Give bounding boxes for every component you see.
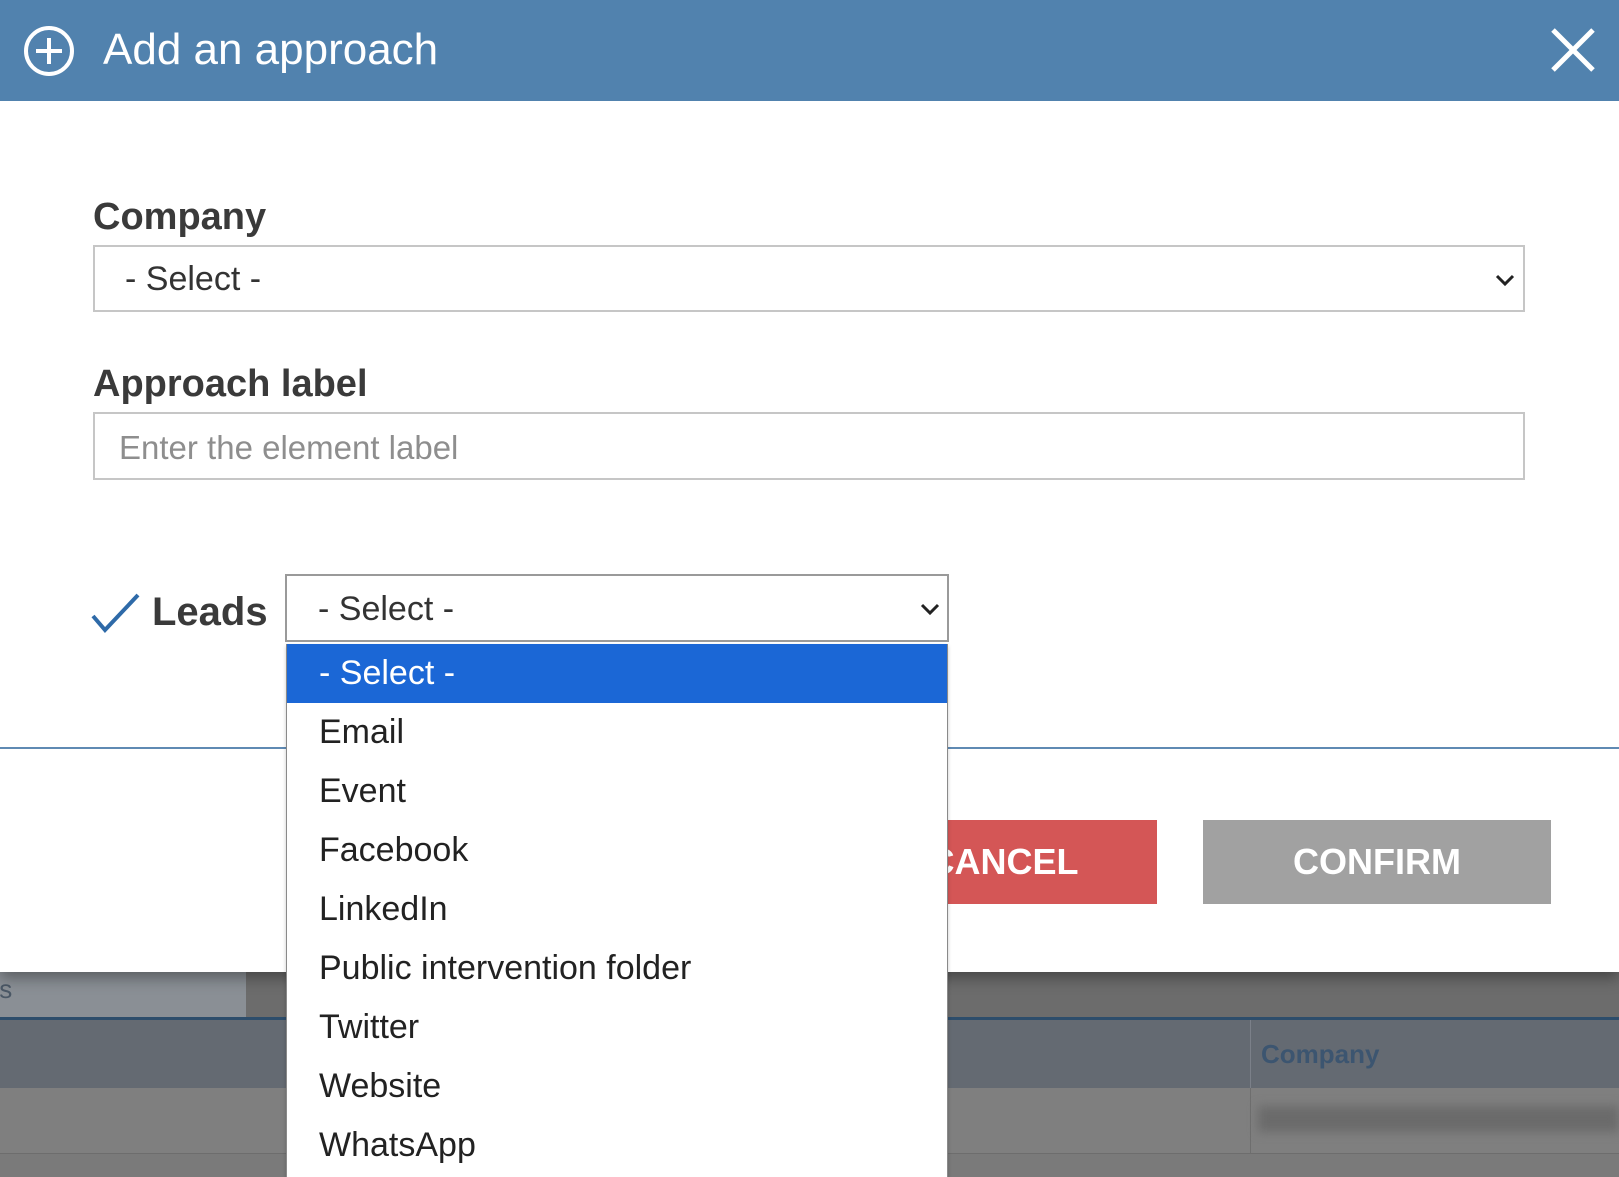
leads-option-whatsapp[interactable]: WhatsApp bbox=[287, 1116, 947, 1175]
checkmark-icon bbox=[91, 593, 140, 633]
background-column-company: Company bbox=[1250, 1020, 1379, 1088]
approach-label-placeholder: Enter the element label bbox=[119, 429, 459, 466]
approach-label-label: Approach label bbox=[93, 363, 368, 405]
dialog-title: Add an approach bbox=[103, 25, 439, 74]
leads-option-twitter[interactable]: Twitter bbox=[287, 998, 947, 1057]
background-tab-label: ts bbox=[0, 974, 13, 1004]
confirm-button[interactable]: CONFIRM bbox=[1203, 820, 1551, 904]
leads-option-select[interactable]: - Select - bbox=[287, 644, 947, 703]
background-column-divider bbox=[1250, 1088, 1251, 1153]
close-icon[interactable] bbox=[1547, 24, 1599, 76]
leads-option-event[interactable]: Event bbox=[287, 762, 947, 821]
background-tab: ts bbox=[0, 972, 246, 1017]
leads-label: Leads bbox=[152, 590, 268, 634]
blurred-cell bbox=[1258, 1106, 1619, 1132]
leads-select-value: - Select - bbox=[318, 590, 455, 628]
leads-option-public-intervention-folder[interactable]: Public intervention folder bbox=[287, 939, 947, 998]
approach-label-input[interactable]: Enter the element label bbox=[93, 412, 1525, 480]
company-select-value: - Select - bbox=[125, 260, 262, 298]
chevron-down-icon bbox=[1495, 274, 1515, 287]
company-select[interactable]: - Select - bbox=[93, 245, 1525, 312]
dialog-header: Add an approach bbox=[0, 0, 1619, 101]
chevron-down-icon bbox=[920, 603, 940, 616]
plus-circle-icon bbox=[24, 26, 74, 76]
company-label: Company bbox=[93, 196, 267, 238]
leads-option-linkedin[interactable]: LinkedIn bbox=[287, 880, 947, 939]
leads-option-facebook[interactable]: Facebook bbox=[287, 821, 947, 880]
leads-dropdown-list: - Select - Email Event Facebook LinkedIn… bbox=[286, 644, 948, 1177]
leads-select[interactable]: - Select - bbox=[285, 574, 949, 642]
leads-option-email[interactable]: Email bbox=[287, 703, 947, 762]
leads-option-website[interactable]: Website bbox=[287, 1057, 947, 1116]
